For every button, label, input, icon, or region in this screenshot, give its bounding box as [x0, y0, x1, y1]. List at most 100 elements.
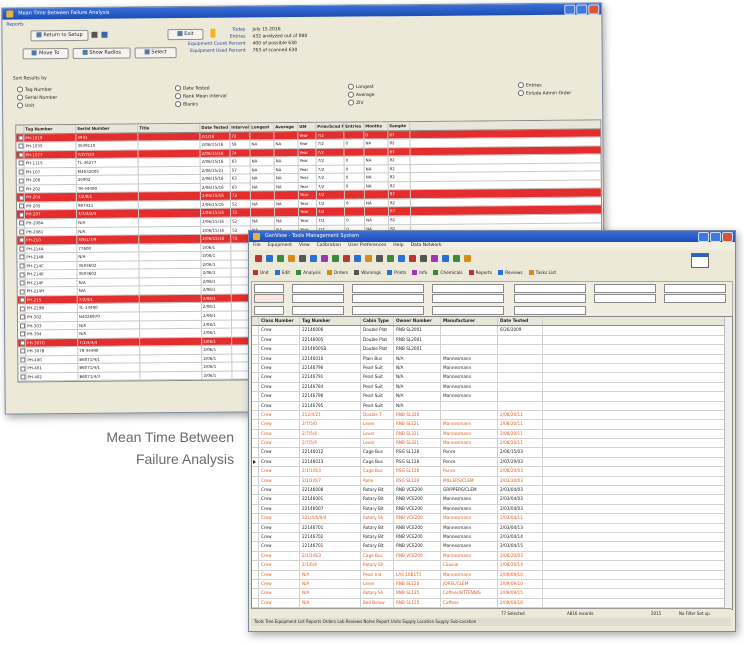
- filter-field-15[interactable]: [514, 306, 586, 315]
- column-header[interactable]: UM: [298, 122, 317, 131]
- checkbox-box[interactable]: [19, 306, 25, 312]
- toolbar-icon[interactable]: [453, 255, 460, 262]
- exit-button[interactable]: Exit: [167, 28, 204, 41]
- row-checkbox[interactable]: [17, 245, 26, 253]
- minimize-button[interactable]: [564, 4, 576, 15]
- filter-field-16[interactable]: [594, 284, 656, 293]
- menu-item[interactable]: Calibration: [317, 242, 341, 250]
- table-row[interactable]: Crew 2/1/6/4 Rotary Sh Coaxial 2/08/20/14: [252, 561, 732, 571]
- row-checkbox[interactable]: [17, 236, 26, 245]
- table-row[interactable]: Crew 22146001 Rotary Bit RNB VCE200 Mannesma…: [252, 495, 732, 505]
- filter-field-6[interactable]: [292, 306, 344, 315]
- table-row[interactable]: Crew 22146007 Rotary Bit RNB VCE200 Mannesma…: [252, 504, 732, 515]
- checkbox-box[interactable]: [18, 195, 24, 201]
- toolbar-button[interactable]: Reports: [468, 269, 492, 278]
- toolbar-button[interactable]: Tasks List: [528, 269, 556, 278]
- genview-minimize-button[interactable]: [698, 232, 709, 242]
- sort-option[interactable]: Date Tested: [174, 85, 210, 92]
- checkbox-box[interactable]: [17, 152, 24, 158]
- checkbox-box[interactable]: [18, 212, 24, 218]
- filter-field-17[interactable]: [594, 294, 656, 303]
- filter-field-1[interactable]: [254, 284, 284, 293]
- row-checkbox[interactable]: [18, 364, 27, 373]
- row-checkbox[interactable]: [18, 373, 27, 381]
- sort-option[interactable]: Average: [347, 91, 375, 98]
- return-to-setup-button[interactable]: Return to Setup: [30, 29, 89, 42]
- toolbar-icon[interactable]: [343, 255, 350, 262]
- row-checkbox[interactable]: [17, 210, 26, 219]
- toolbar-icon[interactable]: [255, 255, 262, 262]
- column-header[interactable]: Tag Number: [24, 124, 77, 133]
- checkbox-box[interactable]: [19, 280, 25, 286]
- row-checkbox[interactable]: [16, 151, 25, 159]
- table-row[interactable]: Crew 22146702 Rotary Bit RNB VCE200 Mannesma…: [252, 532, 732, 543]
- row-checkbox[interactable]: [17, 253, 26, 262]
- table-row[interactable]: Crew 22146013 Cage Bus RSG SL128 Ponce 2/07/2…: [252, 457, 732, 468]
- filter-field-7[interactable]: [352, 284, 424, 293]
- sort-option[interactable]: Rank Mean Interval: [174, 93, 227, 100]
- row-checkbox[interactable]: [18, 339, 27, 347]
- radio-button[interactable]: [517, 90, 525, 97]
- radio-button[interactable]: [174, 85, 181, 92]
- checkbox-box[interactable]: [19, 348, 25, 354]
- sort-option[interactable]: Exlude Admin Order: [517, 90, 571, 97]
- row-checkbox[interactable]: [17, 279, 26, 287]
- genview-close-button[interactable]: [722, 232, 733, 242]
- row-checkbox[interactable]: [17, 322, 27, 330]
- row-checkbox[interactable]: [16, 176, 25, 185]
- checkbox-box[interactable]: [18, 177, 24, 184]
- toolbar-button[interactable]: Chemicals: [433, 269, 463, 278]
- table-row[interactable]: Crew 22146791 Pearl Suit N/A Mannesmann: [252, 373, 732, 383]
- sort-option[interactable]: Entries: [517, 82, 542, 89]
- row-checkbox[interactable]: [18, 356, 27, 364]
- column-header[interactable]: Owner Number: [394, 317, 441, 326]
- table-row[interactable]: Crew N/A Pearl Ind LAS 16B1T1 Mannesmann 2/09…: [252, 570, 732, 580]
- radio-button[interactable]: [175, 101, 182, 108]
- checkbox-box[interactable]: [19, 331, 25, 337]
- table-row[interactable]: Crew 2/1/1/6/3 Cage Bus RNB VCE200 Mannesman…: [252, 551, 732, 562]
- checkbox-box[interactable]: [19, 297, 25, 303]
- row-checkbox[interactable]: [17, 219, 26, 228]
- filter-field-11[interactable]: [432, 294, 504, 303]
- close-button[interactable]: [588, 4, 600, 15]
- radio-button[interactable]: [348, 99, 355, 106]
- toolbar-icon[interactable]: [442, 255, 449, 262]
- table-row[interactable]: Crew 2/1/1/6/7 Rollo RSG SL128 MILLERS/CLEM 2…: [252, 476, 732, 487]
- checkbox-box[interactable]: [19, 357, 25, 363]
- row-checkbox[interactable]: [18, 347, 27, 356]
- column-header[interactable]: Sample: [388, 122, 411, 130]
- table-row[interactable]: Crew 221/4/6/9/4 Rotary Sh RNB VCE200 Mannes…: [252, 514, 732, 524]
- table-row[interactable]: Crew 22146796 Pearl Suit N/A Mannesmann: [252, 363, 732, 374]
- toolbar-button[interactable]: Orders: [326, 269, 348, 278]
- column-header[interactable]: Date Tested: [498, 317, 543, 326]
- row-checkbox[interactable]: [17, 262, 26, 270]
- filter-field-3[interactable]: [254, 306, 284, 315]
- toolbar-button[interactable]: Analysis: [296, 269, 321, 278]
- table-row[interactable]: Crew N/A Bell Below RNB SL125 Coffees 2/09/09…: [252, 598, 732, 609]
- column-header[interactable]: Date Tested: [200, 123, 231, 132]
- table-row[interactable]: Crew 22146701 Rotary Bit RNB VCE200 Mannesma…: [252, 542, 732, 552]
- checkbox-box[interactable]: [18, 246, 24, 252]
- table-row[interactable]: Crew 2/7/5/9 Lever RNB SL32L Mannesmann 2/08/…: [252, 439, 732, 449]
- column-header[interactable]: Title: [138, 123, 201, 132]
- filter-field-19[interactable]: [664, 294, 726, 303]
- maximize-button[interactable]: [576, 4, 588, 15]
- toolbar-icon[interactable]: [365, 255, 372, 262]
- toolbar-icon[interactable]: [376, 255, 383, 262]
- checkbox-box[interactable]: [19, 374, 25, 380]
- column-header[interactable]: Interval: [230, 123, 251, 132]
- checkbox-box[interactable]: [18, 220, 24, 226]
- table-row[interactable]: Crew N/A Rotary Sh RNB SL125 Coffees/BTTENNI…: [252, 589, 732, 599]
- column-header[interactable]: Average: [274, 123, 299, 131]
- table-row[interactable]: Crew 22146701 Rotary Bit RNB VCE200 Mannesma…: [252, 523, 732, 533]
- toolbar-button[interactable]: Unit: [253, 269, 269, 278]
- checkbox-box[interactable]: [18, 160, 24, 166]
- row-checkbox[interactable]: [16, 133, 25, 142]
- menu-item[interactable]: Equipment: [268, 242, 292, 250]
- toolbar-icon[interactable]: [398, 255, 405, 262]
- row-checkbox[interactable]: [17, 227, 26, 236]
- checkbox-box[interactable]: [19, 314, 25, 320]
- filter-field-5[interactable]: [292, 294, 344, 303]
- checkbox-box[interactable]: [17, 135, 23, 141]
- row-checkbox[interactable]: [16, 159, 25, 168]
